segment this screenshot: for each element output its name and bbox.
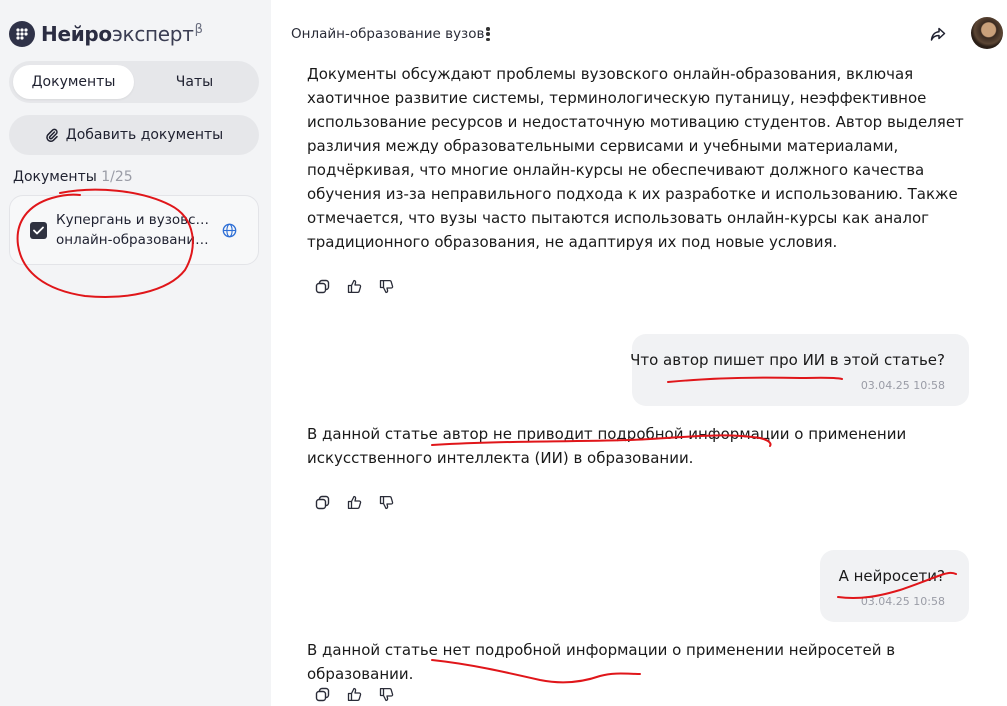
user-message: А нейросети? 03.04.25 10:58 <box>820 550 969 622</box>
more-icon[interactable] <box>481 25 495 43</box>
avatar[interactable] <box>971 17 1003 49</box>
message-timestamp: 03.04.25 10:58 <box>860 379 945 392</box>
user-message-text: Что автор пишет про ИИ в этой статье? <box>630 351 945 369</box>
user-message: Что автор пишет про ИИ в этой статье? 03… <box>630 334 969 406</box>
checkbox-icon[interactable] <box>30 221 47 239</box>
assistant-message: В данной статье нет подробной информации… <box>307 641 896 683</box>
copy-icon[interactable] <box>313 277 331 295</box>
share-icon[interactable] <box>929 25 947 43</box>
thumb-up-icon[interactable] <box>345 685 363 703</box>
copy-icon[interactable] <box>313 493 331 511</box>
message-timestamp: 03.04.25 10:58 <box>860 595 945 608</box>
thumb-up-icon[interactable] <box>345 493 363 511</box>
documents-count: 1/25 <box>101 169 133 185</box>
tab-chats[interactable]: Чаты <box>134 65 255 99</box>
copy-icon[interactable] <box>313 685 331 703</box>
logo-icon <box>9 21 35 47</box>
tab-documents[interactable]: Документы <box>13 65 134 99</box>
globe-icon[interactable] <box>222 223 237 238</box>
message-actions <box>313 685 395 703</box>
message-actions <box>313 277 395 295</box>
logo[interactable]: Нейроэкспертβ <box>9 21 203 47</box>
document-item[interactable]: Купергань и вузовское онлайн-образование… <box>9 195 259 265</box>
sidebar: Нейроэкспертβ Документы Чаты Добавить до… <box>0 0 271 706</box>
chat-title[interactable]: Онлайн-образование вузов <box>291 26 484 42</box>
user-message-text: А нейросети? <box>838 567 945 585</box>
thumb-down-icon[interactable] <box>377 493 395 511</box>
document-title: Купергань и вузовское онлайн-образование… <box>56 212 214 248</box>
thumb-down-icon[interactable] <box>377 277 395 295</box>
assistant-message: Документы обсуждают проблемы вузовского … <box>307 65 964 251</box>
assistant-message: В данной статье автор не приводит подроб… <box>307 425 907 467</box>
message-actions <box>313 493 395 511</box>
documents-heading: Документы 1/25 <box>13 169 133 185</box>
logo-text: Нейроэкспертβ <box>41 22 203 46</box>
add-documents-button[interactable]: Добавить документы <box>9 115 259 155</box>
paperclip-icon <box>45 128 58 142</box>
add-documents-label: Добавить документы <box>65 127 224 143</box>
sidebar-tabs: Документы Чаты <box>9 61 259 103</box>
thumb-up-icon[interactable] <box>345 277 363 295</box>
thumb-down-icon[interactable] <box>377 685 395 703</box>
